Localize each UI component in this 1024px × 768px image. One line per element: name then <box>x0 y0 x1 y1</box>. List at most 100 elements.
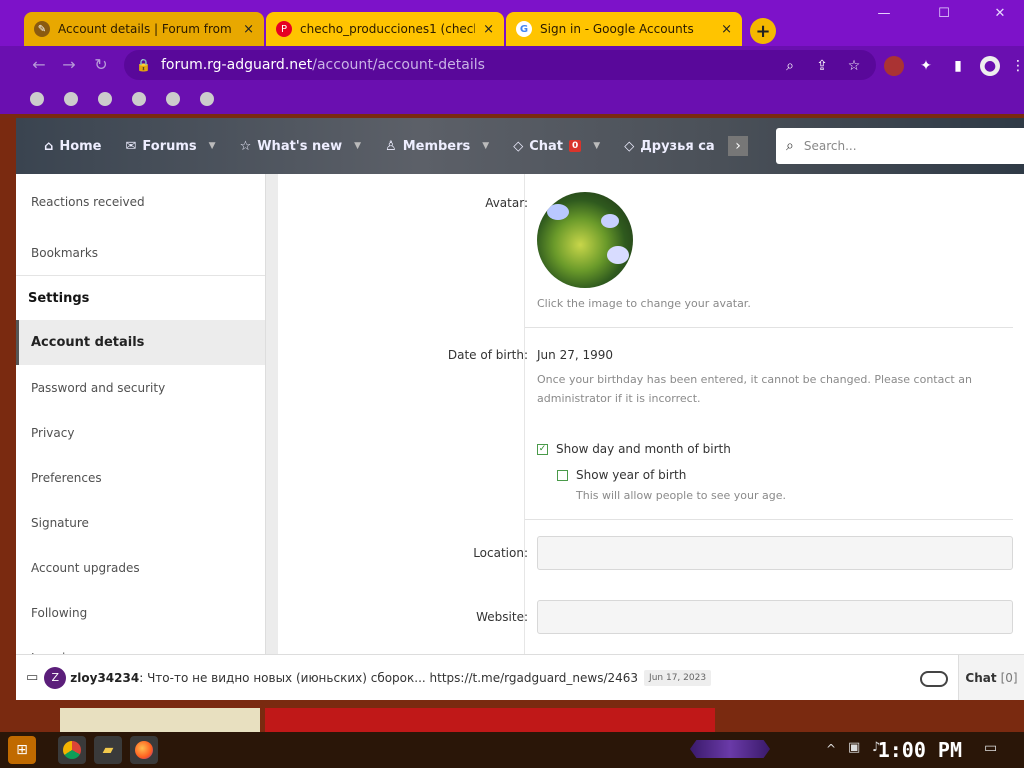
sidebar-item-following[interactable]: Following <box>16 590 265 635</box>
minimize-icon[interactable]: — <box>870 6 898 26</box>
nav-home[interactable]: ⌂ Home <box>16 118 114 174</box>
sidebar-item-preferences[interactable]: Preferences <box>16 455 265 500</box>
url-path: /account/account-details <box>312 57 485 73</box>
extension-avatar-icon[interactable] <box>884 56 904 76</box>
avatar-label: Avatar: <box>485 196 528 210</box>
bookmarks-bar <box>0 84 1024 114</box>
tab-pinterest[interactable]: P checho_producciones1 (checho × <box>266 12 504 46</box>
sidebar-item-reactions-received[interactable]: Reactions received <box>16 174 265 230</box>
nav-whats-new[interactable]: ☆ What's new ▼ <box>228 118 373 174</box>
website-label: Website: <box>476 610 528 624</box>
chevron-down-icon[interactable]: ▼ <box>209 141 216 151</box>
avatar-image[interactable] <box>537 192 633 288</box>
firefox-icon[interactable] <box>130 736 158 764</box>
tab-account-details[interactable]: ✎ Account details | Forum from C × <box>24 12 264 46</box>
sidebar-item-account-details[interactable]: Account details <box>16 320 265 365</box>
forum-navbar: ⌂ Home ✉ Forums ▼ ☆ What's new ▼ ♙ Members ▼ ◇ C… <box>16 118 1024 174</box>
chevron-up-icon[interactable]: ^ <box>826 742 836 756</box>
chevron-down-icon[interactable]: ▼ <box>354 141 361 151</box>
sidebar-item-bookmarks[interactable]: Bookmarks <box>16 230 265 275</box>
chrome-icon[interactable] <box>58 736 86 764</box>
account-sidebar: Reactions received Bookmarks Settings Ac… <box>16 174 266 654</box>
bookmark-4[interactable] <box>132 92 152 106</box>
show-day-month-checkbox[interactable]: ✓ Show day and month of birth <box>537 442 731 456</box>
bookmark-2[interactable] <box>64 92 84 106</box>
chat-open-button[interactable]: Chat [0] <box>958 655 1024 701</box>
windows-taskbar: ⊞ ▰ ^ ▣ ♪ 1:00 PM ▭ <box>0 732 1024 768</box>
star-icon: ☆ <box>239 138 252 154</box>
checkmark-icon: ✓ <box>537 443 548 455</box>
new-tab-button[interactable]: + <box>750 18 776 44</box>
nav-friends[interactable]: ◇ Друзья са <box>612 118 722 174</box>
chat-user-avatar[interactable]: Z <box>44 666 67 689</box>
account-details-form: Avatar: Click the image to change your a… <box>278 174 1024 654</box>
forward-arrow-icon[interactable]: → <box>58 54 80 76</box>
sidebar-item-privacy[interactable]: Privacy <box>16 410 265 455</box>
bookmark-6[interactable] <box>200 92 220 106</box>
forum-search-input[interactable]: ⌕ Search... <box>776 128 1024 164</box>
nav-forums[interactable]: ✉ Forums ▼ <box>114 118 228 174</box>
back-arrow-icon[interactable]: ← <box>28 54 50 76</box>
sidebar-item-account-upgrades[interactable]: Account upgrades <box>16 545 265 590</box>
share-icon[interactable]: ⇪ <box>812 56 832 76</box>
wr-logo-icon <box>200 92 214 106</box>
bookmark-icon <box>166 92 180 106</box>
tab-google-sign-in[interactable]: G Sign in - Google Accounts × <box>506 12 742 46</box>
a-logo-icon <box>98 92 112 106</box>
close-window-icon[interactable]: ✕ <box>986 6 1014 26</box>
location-field[interactable] <box>537 536 1013 570</box>
divider <box>525 327 1013 328</box>
nav-scroll-right-icon[interactable]: › <box>728 136 748 156</box>
reload-icon[interactable]: ↻ <box>90 54 112 76</box>
extensions-puzzle-icon[interactable]: ✦ <box>916 56 936 76</box>
chevron-down-icon[interactable]: ▼ <box>593 141 600 151</box>
search-icon[interactable]: ⌕ <box>780 56 800 76</box>
page-content: Reactions received Bookmarks Settings Ac… <box>16 174 1024 654</box>
network-icon[interactable]: ▣ <box>848 740 860 755</box>
chat-toggle-icon[interactable] <box>920 671 948 687</box>
taskbar-decoration <box>690 740 770 758</box>
bookmark-3[interactable] <box>98 92 118 106</box>
tab-title: checho_producciones1 (checho <box>300 22 476 36</box>
sidebar-item-signature[interactable]: Signature <box>16 500 265 545</box>
nav-members[interactable]: ♙ Members ▼ <box>373 118 501 174</box>
chat-count-badge: 0 <box>569 140 582 152</box>
browser-tab-strip: ✎ Account details | Forum from C × P che… <box>0 0 1024 46</box>
maximize-icon[interactable]: ☐ <box>930 6 958 26</box>
chat-bubbles-icon: ✉ <box>125 138 137 154</box>
chat-ticker-bar: ▭ Z zloy34234: Что-то не видно новых (ию… <box>16 654 1024 701</box>
sidebar-item-password-security[interactable]: Password and security <box>16 365 265 410</box>
file-explorer-icon[interactable]: ▰ <box>94 736 122 764</box>
chat-count: [0] <box>1000 671 1018 685</box>
start-icon[interactable]: ⊞ <box>8 736 36 764</box>
bookmark-5[interactable] <box>166 92 186 106</box>
dob-hint: Once your birthday has been entered, it … <box>537 373 972 405</box>
close-tab-icon[interactable]: × <box>721 22 732 37</box>
taskbar-clock[interactable]: 1:00 PM <box>878 738 962 762</box>
close-tab-icon[interactable]: × <box>243 22 254 37</box>
forum-favicon: ✎ <box>34 21 50 37</box>
chevron-down-icon[interactable]: ▼ <box>482 141 489 151</box>
close-tab-icon[interactable]: × <box>483 22 494 37</box>
address-bar[interactable]: 🔒 forum.rg-adguard.net/account/account-d… <box>124 50 876 80</box>
side-panel-icon[interactable]: ▮ <box>948 56 968 76</box>
url-host: forum.rg-adguard.net <box>160 57 313 73</box>
show-year-checkbox[interactable]: Show year of birth <box>557 468 686 482</box>
bookmark-1[interactable] <box>30 92 50 106</box>
home-icon: ⌂ <box>44 138 54 154</box>
nav-chat[interactable]: ◇ Chat 0 ▼ <box>501 118 612 174</box>
bookmark-icon <box>64 92 78 106</box>
tab-title: Sign in - Google Accounts <box>540 22 694 36</box>
bookmark-star-icon[interactable]: ☆ <box>844 56 864 76</box>
show-year-hint: This will allow people to see your age. <box>576 489 787 502</box>
sidebar-item-ignoring[interactable]: Ignoring <box>16 635 265 655</box>
notifications-icon[interactable]: ▭ <box>984 740 997 756</box>
profile-icon[interactable]: ● <box>980 56 1000 76</box>
form-column-divider <box>524 174 525 654</box>
menu-kebab-icon[interactable]: ⋮ <box>1008 56 1024 76</box>
website-field[interactable] <box>537 600 1013 634</box>
globe-icon <box>132 92 146 106</box>
avatar-hint: Click the image to change your avatar. <box>537 297 751 310</box>
chat-date: Jun 17, 2023 <box>644 669 712 686</box>
chat-username[interactable]: zloy34234 <box>70 671 139 685</box>
